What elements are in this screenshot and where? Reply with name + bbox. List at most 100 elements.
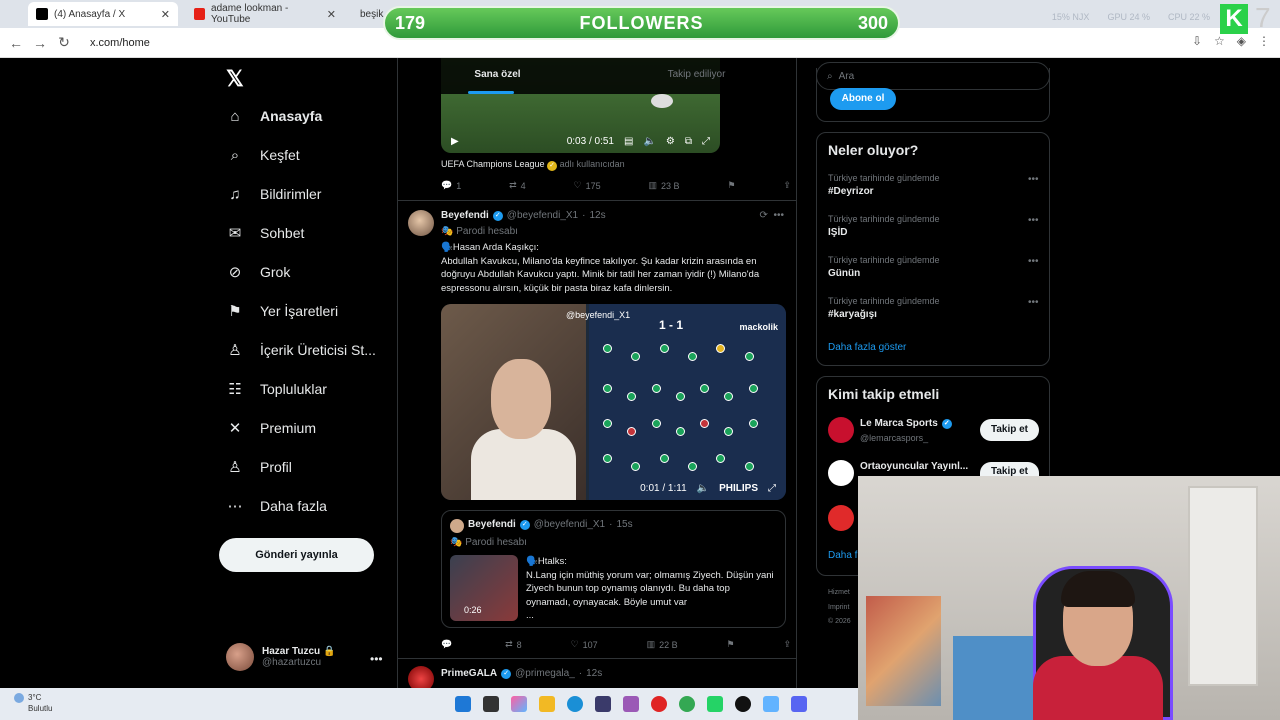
weather-icon [14,692,24,703]
player-marker [688,352,697,361]
more-link[interactable]: Daha f [828,550,857,561]
suggested-user-name[interactable]: Ortaoyuncular Yayınl... [860,461,968,472]
browser-tab-x[interactable]: (4) Anasayfa / X ✕ [28,2,178,26]
volume-icon[interactable]: 🔈 [697,483,709,494]
extension-icon[interactable]: ◈ [1237,34,1246,48]
nav-item-2[interactable]: ♫ Bildirimler [226,182,321,206]
weather-widget[interactable]: 3°C Bulutlu [14,692,52,714]
like-button[interactable]: ♡ 175 [574,180,601,191]
tab-following[interactable]: Takip ediliyor [597,58,796,94]
quote-tweet[interactable]: Beyefendi ✓ @beyefendi_X1 · 15s 🎭 Parodi… [441,510,786,628]
share-button[interactable]: ⇪ [783,639,791,650]
trend-more-icon[interactable]: ••• [1028,297,1039,308]
avatar[interactable] [828,417,854,443]
nav-item-8[interactable]: ✕ Premium [226,416,316,440]
quote-video-thumbnail[interactable]: 0:26 [450,555,518,621]
x-logo-icon[interactable]: 𝕏 [226,66,244,92]
nav-item-10[interactable]: ⋯ Daha fazla [226,494,327,518]
play-icon[interactable]: ▶ [451,136,459,147]
nav-item-7[interactable]: ☷ Topluluklar [226,377,327,401]
avatar[interactable] [828,505,854,531]
avatar[interactable] [408,666,434,688]
post-button[interactable]: Gönderi yayınla [219,538,374,572]
volume-icon[interactable]: 🔈 [643,136,655,147]
account-switcher[interactable]: Hazar Tuzcu 🔒 @hazartuzcu [226,643,335,671]
windows-start-icon[interactable] [455,696,471,712]
captions-icon[interactable]: ▤ [624,136,633,147]
reply-button[interactable]: 💬 [441,639,456,650]
reply-button[interactable]: 💬 1 [441,180,461,191]
trend-more-icon[interactable]: ••• [1028,256,1039,267]
nav-item-label: Bildirimler [260,186,322,202]
settings-icon[interactable]: ⚙ [666,136,675,147]
app-icon[interactable] [735,696,751,712]
trend-name[interactable]: #karyağışı [828,309,877,320]
nav-item-4[interactable]: ⊘ Grok [226,260,291,284]
trend-name[interactable]: Günün [828,268,860,279]
follow-button[interactable]: Takip et [980,419,1039,441]
more-circle-icon: ⋯ [227,498,243,515]
store-icon[interactable] [595,696,611,712]
file-explorer-icon[interactable] [539,696,555,712]
pip-icon[interactable]: ⧉ [685,136,692,147]
nav-item-1[interactable]: ⌕ Keşfet [226,143,300,167]
like-button[interactable]: ♡ 107 [571,639,598,650]
views-button[interactable]: ▥ 22 B [647,639,678,650]
bookmark-button[interactable]: ⚑ [726,639,734,650]
discord-icon[interactable] [791,696,807,712]
nav-item-5[interactable]: ⚑ Yer İşaretleri [226,299,338,323]
avatar [226,643,254,671]
opera-icon[interactable] [651,696,667,712]
app-icon[interactable] [623,696,639,712]
tab-close-icon[interactable]: ✕ [161,8,170,21]
subscribe-button[interactable]: Abone ol [830,88,896,110]
share-button[interactable]: ⇪ [783,180,791,191]
back-icon[interactable]: ← [4,35,28,51]
task-view-icon[interactable] [483,696,499,712]
repost-icon: ⇄ [509,180,517,190]
trend-name[interactable]: IŞİD [828,227,847,238]
match-score: 1 - 1 [659,318,684,332]
url-field[interactable]: x.com/home [90,37,150,49]
trend-more-icon[interactable]: ••• [1028,174,1039,185]
player-marker [659,454,669,463]
menu-icon[interactable]: ⋮ [1258,34,1270,48]
fullscreen-icon[interactable]: ⤢ [702,136,710,147]
trend-more-icon[interactable]: ••• [1028,215,1039,226]
forward-icon[interactable]: → [28,35,52,51]
bookmark-icon: ⚑ [228,303,242,320]
app-icon[interactable] [763,696,779,712]
quote-header: Beyefendi ✓ @beyefendi_X1 · 15s [468,519,633,530]
whatsapp-icon[interactable] [707,696,723,712]
footer-link[interactable]: Imprint [828,604,849,611]
tweet-more-icon[interactable]: ⟳ ••• [760,210,784,221]
nav-item-6[interactable]: ♙ İçerik Üreticisi St... [226,338,376,362]
fullscreen-icon[interactable]: ⤢ [768,483,776,494]
show-more-link[interactable]: Daha fazla göster [828,342,906,353]
account-more-icon[interactable]: ••• [370,652,383,666]
install-icon[interactable]: ⇩ [1192,34,1202,48]
bookmark-button[interactable]: ⚑ [727,180,735,191]
browser-tab-google[interactable]: beşik [346,2,386,26]
avatar[interactable] [828,460,854,486]
repost-button[interactable]: ⇄ 4 [509,180,526,191]
tab-close-icon[interactable]: ✕ [327,8,336,21]
footer-link[interactable]: Hizmet [828,589,850,596]
nav-item-0[interactable]: ⌂ Anasayfa [226,104,322,128]
nav-item-9[interactable]: ♙ Profil [226,455,292,479]
follow-button[interactable]: Takip et [980,462,1039,476]
tab-for-you[interactable]: Sana özel [398,58,597,94]
trend-name[interactable]: #Deyrizor [828,186,874,197]
tweet-video[interactable]: 1 - 1 mackolik @beyefendi_X1 0:01 / 1:11… [441,304,786,500]
suggested-user-name[interactable]: Le Marca Sports ✓ [860,418,952,429]
edge-icon[interactable] [567,696,583,712]
star-icon[interactable]: ☆ [1214,34,1225,48]
repost-button[interactable]: ⇄ 8 [505,639,522,650]
reload-icon[interactable]: ↻ [52,34,76,51]
nav-item-3[interactable]: ✉ Sohbet [226,221,305,245]
chrome-icon[interactable] [679,696,695,712]
copilot-icon[interactable] [511,696,527,712]
avatar[interactable] [408,210,434,236]
views-button[interactable]: ▥ 23 B [649,180,680,191]
browser-tab-youtube[interactable]: adame lookman - YouTube ✕ [186,2,344,26]
